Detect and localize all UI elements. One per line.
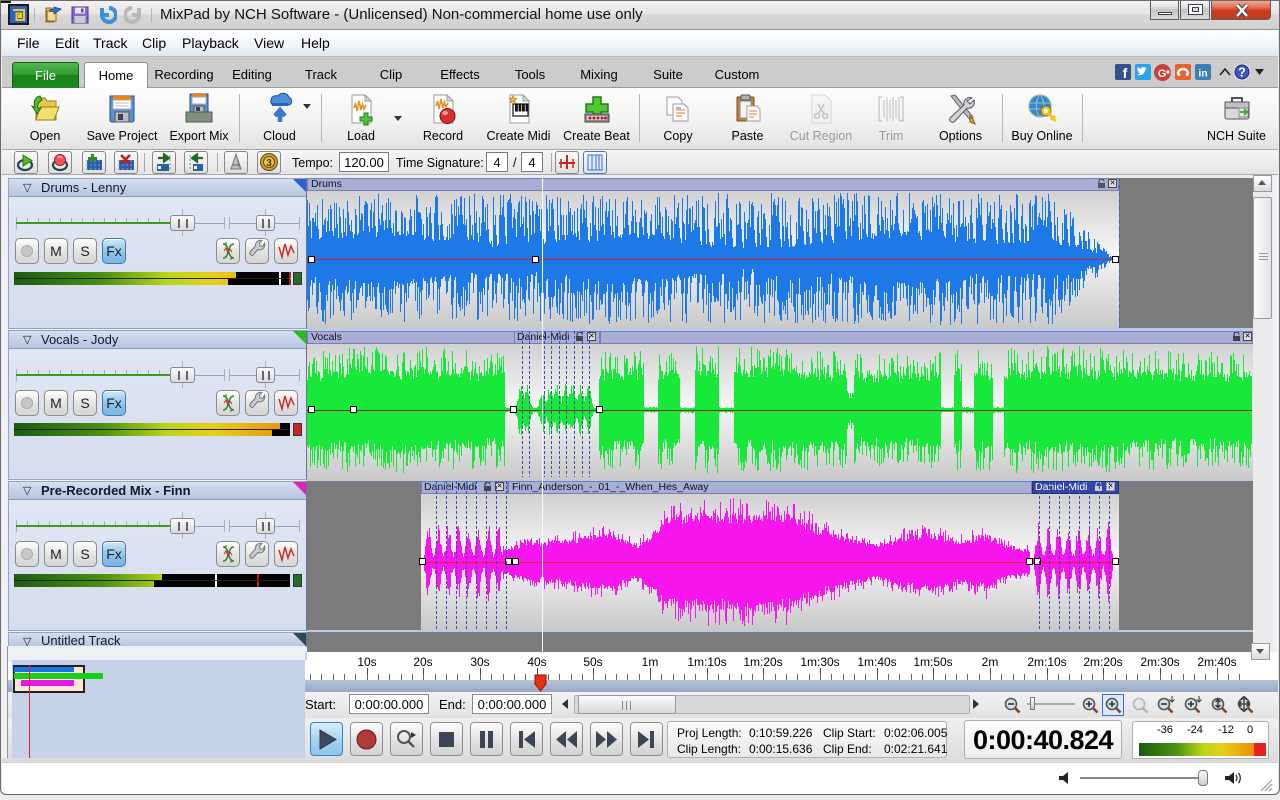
svg-text:in: in	[1198, 68, 1207, 80]
svg-text:?: ?	[1238, 66, 1246, 80]
svg-text:G: G	[1158, 68, 1167, 80]
svg-text:f: f	[1123, 65, 1128, 80]
svg-text:3: 3	[266, 158, 272, 169]
